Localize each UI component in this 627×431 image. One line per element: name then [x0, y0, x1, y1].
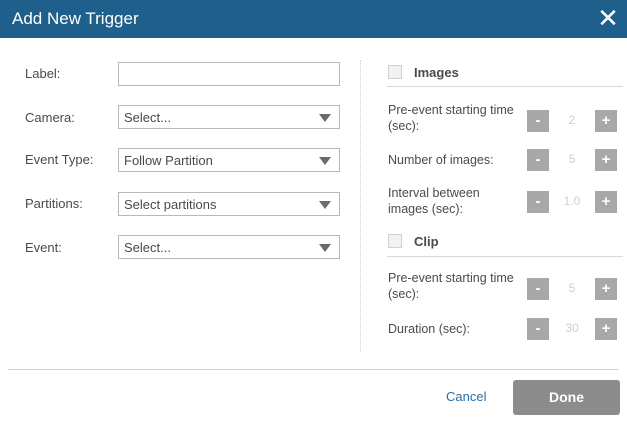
increment-button[interactable]: +	[595, 278, 617, 300]
images-divider	[387, 86, 623, 87]
images-interval-label: Interval between images (sec):	[388, 186, 480, 216]
partitions-label: Partitions:	[25, 196, 83, 211]
images-interval-stepper: - 1.0 +	[527, 191, 617, 213]
event-select-value: Select...	[124, 240, 171, 255]
partitions-select-value: Select partitions	[124, 197, 217, 212]
images-count-value: 5	[568, 152, 576, 166]
images-pre-event-label: Pre-event starting time (sec):	[388, 103, 514, 133]
chevron-down-icon	[319, 114, 331, 122]
column-divider	[360, 60, 361, 352]
decrement-button[interactable]: -	[527, 110, 549, 132]
camera-label: Camera:	[25, 110, 75, 125]
decrement-button[interactable]: -	[527, 278, 549, 300]
event-type-select-value: Follow Partition	[124, 153, 213, 168]
clip-pre-event-value: 5	[568, 281, 576, 295]
camera-select[interactable]: Select...	[118, 105, 340, 129]
clip-pre-event-stepper: - 5 +	[527, 278, 617, 300]
images-pre-event-stepper: - 2 +	[527, 110, 617, 132]
images-checkbox[interactable]	[388, 65, 402, 79]
close-icon[interactable]: ✕	[595, 4, 621, 32]
chevron-down-icon	[319, 201, 331, 209]
footer-divider	[8, 369, 618, 370]
clip-divider	[387, 256, 623, 257]
done-button[interactable]: Done	[513, 380, 620, 415]
increment-button[interactable]: +	[595, 149, 617, 171]
clip-duration-stepper: - 30 +	[527, 318, 617, 340]
images-pre-event-value: 2	[568, 113, 576, 127]
chevron-down-icon	[319, 157, 331, 165]
clip-section-title: Clip	[414, 234, 439, 249]
event-type-label: Event Type:	[25, 152, 94, 167]
label-input-box	[118, 62, 340, 86]
clip-duration-label: Duration (sec):	[388, 322, 470, 336]
decrement-button[interactable]: -	[527, 149, 549, 171]
increment-button[interactable]: +	[595, 318, 617, 340]
event-select[interactable]: Select...	[118, 235, 340, 259]
dialog-title: Add New Trigger	[12, 9, 139, 28]
event-label: Event:	[25, 240, 62, 255]
images-count-label: Number of images:	[388, 153, 494, 167]
decrement-button[interactable]: -	[527, 191, 549, 213]
camera-select-value: Select...	[124, 110, 171, 125]
images-section-title: Images	[414, 65, 459, 80]
clip-checkbox[interactable]	[388, 234, 402, 248]
label-input[interactable]	[119, 63, 339, 85]
label-field-label: Label:	[25, 66, 61, 81]
clip-duration-value: 30	[565, 321, 579, 335]
chevron-down-icon	[319, 244, 331, 252]
images-interval-value: 1.0	[563, 194, 581, 208]
decrement-button[interactable]: -	[527, 318, 549, 340]
images-count-stepper: - 5 +	[527, 149, 617, 171]
increment-button[interactable]: +	[595, 110, 617, 132]
cancel-button[interactable]: Cancel	[446, 389, 486, 404]
dialog-header: Add New Trigger ✕	[0, 0, 627, 38]
increment-button[interactable]: +	[595, 191, 617, 213]
event-type-select[interactable]: Follow Partition	[118, 148, 340, 172]
clip-pre-event-label: Pre-event starting time (sec):	[388, 271, 514, 301]
partitions-select[interactable]: Select partitions	[118, 192, 340, 216]
